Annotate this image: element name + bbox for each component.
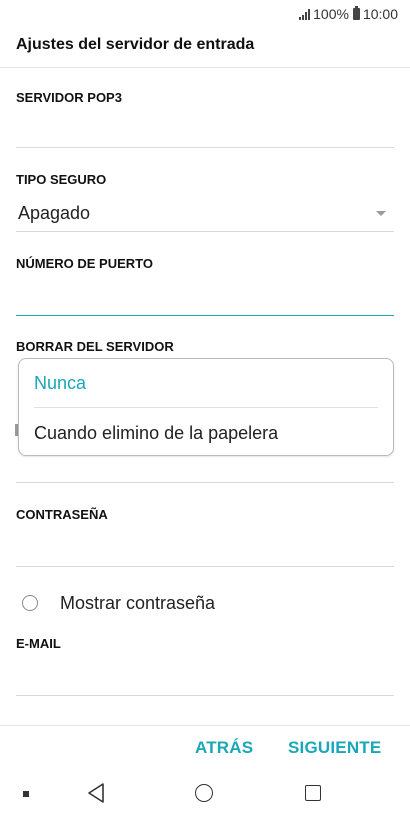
secure-type-dropdown[interactable]: Apagado bbox=[16, 200, 394, 230]
port-label: NÚMERO DE PUERTO bbox=[16, 256, 153, 271]
back-triangle-icon[interactable] bbox=[86, 782, 106, 804]
battery-icon bbox=[352, 6, 360, 20]
secure-type-value: Apagado bbox=[18, 203, 91, 223]
option-when-trash[interactable]: Cuando elimino de la papelera bbox=[34, 423, 278, 444]
recent-apps-square-icon[interactable] bbox=[305, 785, 321, 801]
popup-divider bbox=[34, 407, 378, 408]
secure-type-underline bbox=[16, 231, 394, 232]
status-indicators: 100% 10:00 bbox=[299, 6, 398, 22]
delete-underline bbox=[16, 482, 394, 483]
next-button[interactable]: SIGUIENTE bbox=[288, 738, 381, 758]
title-divider bbox=[0, 67, 410, 68]
port-underline bbox=[16, 315, 394, 316]
pop3-server-label: SERVIDOR POP3 bbox=[16, 90, 122, 105]
password-input[interactable] bbox=[16, 530, 394, 564]
actions-divider bbox=[0, 725, 410, 726]
show-password-label[interactable]: Mostrar contraseña bbox=[60, 593, 215, 614]
battery-percent: 100% bbox=[313, 6, 349, 22]
password-underline bbox=[16, 566, 394, 567]
system-nav-bar bbox=[0, 770, 410, 820]
page-title: Ajustes del servidor de entrada bbox=[16, 36, 255, 53]
secure-type-label: TIPO SEGURO bbox=[16, 172, 107, 187]
square-dot-icon[interactable] bbox=[23, 791, 29, 797]
pop3-server-input[interactable] bbox=[16, 112, 394, 146]
dropdown-arrow-icon bbox=[376, 211, 386, 216]
delete-from-server-label: BORRAR DEL SERVIDOR bbox=[16, 339, 174, 354]
back-button[interactable]: ATRÁS bbox=[195, 738, 253, 758]
option-nunca[interactable]: Nunca bbox=[34, 373, 86, 394]
port-input[interactable] bbox=[16, 280, 394, 314]
home-circle-icon[interactable] bbox=[195, 784, 213, 802]
clock: 10:00 bbox=[362, 6, 398, 22]
status-bar: 100% 10:00 bbox=[0, 0, 410, 30]
email-label: E-MAIL bbox=[16, 636, 61, 651]
delete-options-popup: Nunca Cuando elimino de la papelera bbox=[18, 358, 394, 456]
pop3-server-underline bbox=[16, 147, 394, 148]
password-label: CONTRASEÑA bbox=[16, 507, 108, 522]
signal-icon bbox=[299, 8, 311, 20]
show-password-radio[interactable] bbox=[22, 595, 38, 611]
email-underline bbox=[16, 695, 394, 696]
email-input[interactable] bbox=[16, 658, 394, 692]
